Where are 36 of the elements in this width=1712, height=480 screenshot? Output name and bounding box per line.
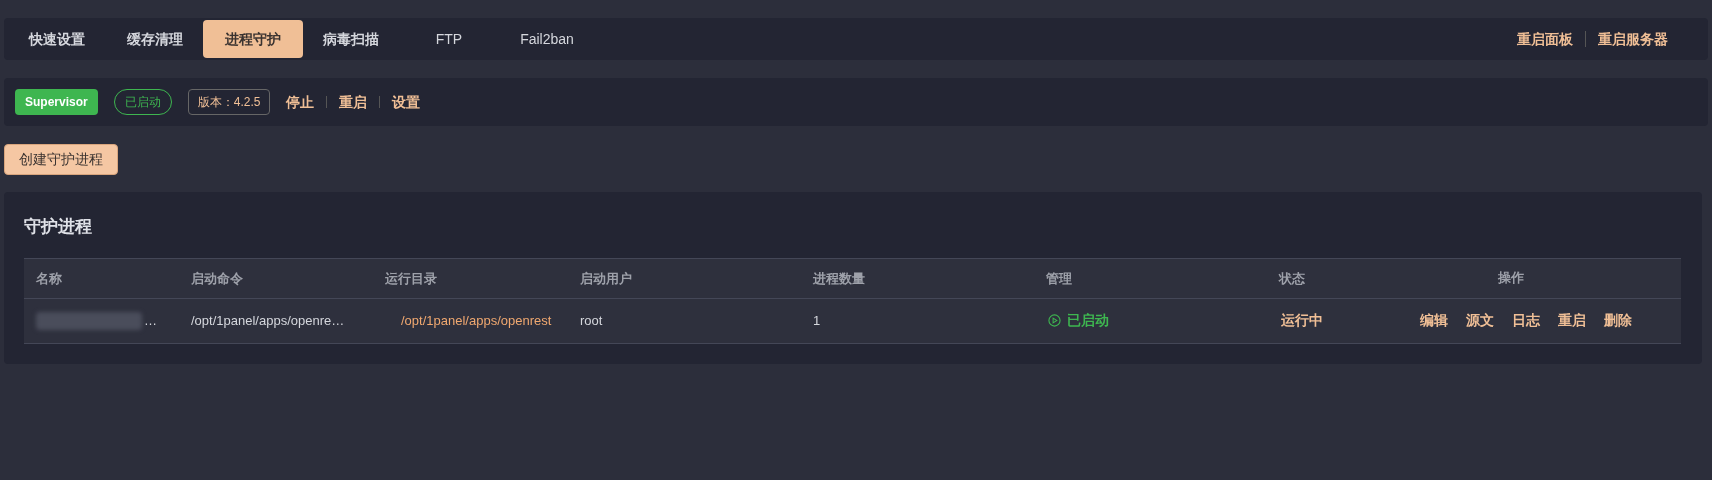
column-header: 进程数量 — [813, 271, 865, 286]
row-action-link[interactable]: 重启 — [1558, 310, 1586, 331]
row-action-link[interactable]: 源文 — [1466, 310, 1494, 331]
tab[interactable]: 病毒扫描 — [301, 20, 401, 58]
service-action-link[interactable]: 重启 — [339, 91, 368, 113]
version-tag: 版本：4.2.5 — [187, 89, 271, 115]
command-cell: /opt/1panel/apps/openre… — [191, 312, 345, 328]
play-circle-icon — [1048, 314, 1061, 327]
panel-title: 守护进程 — [24, 216, 93, 238]
service-action-link[interactable]: 设置 — [392, 91, 421, 113]
user-cell: root — [580, 312, 603, 328]
tab[interactable]: 进程守护 — [203, 20, 303, 58]
row-action-link[interactable]: 日志 — [1512, 310, 1540, 331]
column-header: 状态 — [1279, 271, 1305, 286]
column-header: 运行目录 — [385, 271, 437, 286]
service-action-link[interactable]: 停止 — [286, 91, 315, 113]
tab[interactable]: 缓存清理 — [105, 20, 205, 58]
column-header: 操作 — [1497, 269, 1524, 288]
header-link[interactable]: 重启面板 — [1517, 28, 1573, 50]
row-action-link[interactable]: 删除 — [1604, 310, 1632, 331]
row-action-link[interactable]: 编辑 — [1420, 310, 1448, 331]
tab[interactable]: Fail2ban — [497, 20, 597, 58]
tab[interactable]: 快速设置 — [7, 20, 107, 58]
column-header: 启动用户 — [580, 271, 632, 286]
service-name-tag: Supervisor — [15, 89, 98, 115]
column-header: 名称 — [36, 271, 62, 286]
status-cell: 运行中 — [1281, 312, 1323, 328]
count-cell: 1 — [813, 312, 821, 328]
directory-link[interactable]: /opt/1panel/apps/openrest — [401, 312, 552, 328]
tab[interactable]: FTP — [399, 20, 499, 58]
header-link[interactable]: 重启服务器 — [1598, 28, 1668, 50]
manage-status-button[interactable]: 已启动 — [1048, 310, 1109, 331]
column-header: 管理 — [1046, 271, 1072, 286]
column-header: 启动命令 — [191, 271, 243, 286]
create-button[interactable]: 创建守护进程 — [4, 144, 118, 175]
name-cell-text: … — [144, 311, 157, 330]
